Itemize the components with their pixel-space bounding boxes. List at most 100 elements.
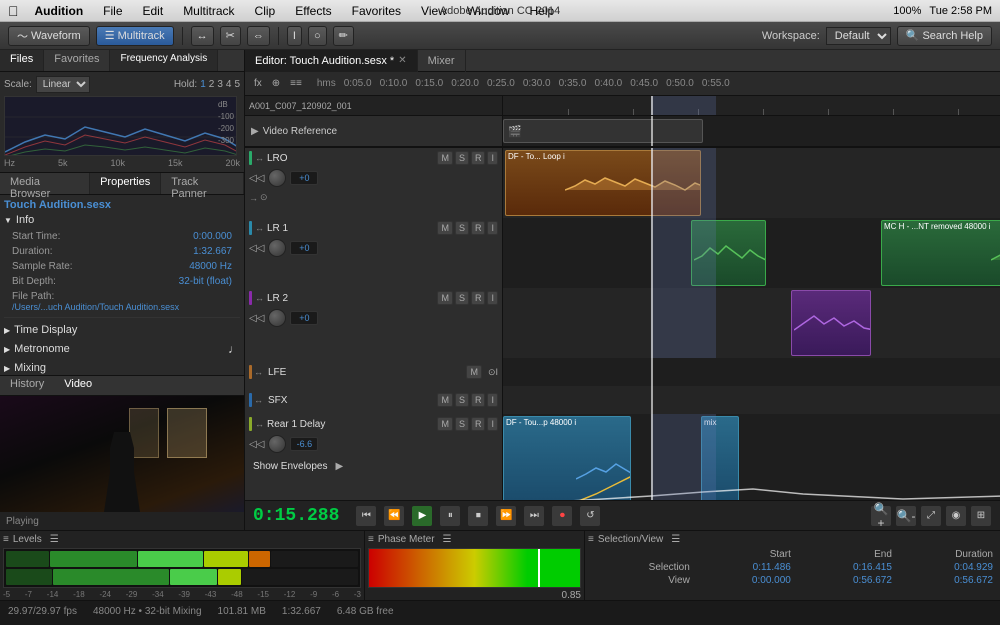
zoom-in-btn[interactable]: 🔍+ [870, 505, 892, 527]
lfe-lane[interactable] [503, 358, 1000, 386]
multitrack-menu[interactable]: Multitrack [179, 2, 238, 20]
selection-menu-icon[interactable]: ☰ [671, 534, 680, 545]
selection-tool-btn[interactable]: I [287, 26, 302, 46]
lr1-volume[interactable]: +0 [290, 241, 318, 255]
hold-5[interactable]: 5 [234, 79, 240, 90]
clip-menu[interactable]: Clip [251, 2, 280, 20]
phase-menu-icon[interactable]: ☰ [443, 534, 452, 545]
levels-menu-icon[interactable]: ☰ [50, 534, 59, 545]
lro-record[interactable]: R [471, 151, 486, 165]
lfe-expand[interactable]: ↔ [254, 367, 263, 377]
sfx-mute[interactable]: M [437, 393, 453, 407]
track-panner-tab[interactable]: Track Panner [161, 173, 244, 194]
lr2-volume[interactable]: +0 [290, 311, 318, 325]
freq-scale-select[interactable]: Linear [36, 76, 90, 93]
timeline-ruler-area[interactable] [503, 96, 1000, 116]
media-browser-tab[interactable]: Media Browser [0, 173, 90, 194]
stop-btn[interactable]: ⏹ [467, 505, 489, 527]
rear1-input[interactable]: I [487, 417, 498, 431]
prev-btn[interactable]: ⏪ [383, 505, 405, 527]
selection-duration[interactable]: 0:04.929 [896, 561, 997, 574]
zoom-out-btn[interactable]: 🔍- [895, 505, 917, 527]
lr2-mute[interactable]: M [437, 291, 453, 305]
multitrack-btn[interactable]: ☰ Multitrack [96, 26, 174, 46]
metronome-header[interactable]: ▶ Metronome ♩ [4, 339, 240, 359]
lro-mute[interactable]: M [437, 151, 453, 165]
move-tool-btn[interactable]: ↔ [191, 26, 214, 46]
search-help-btn[interactable]: 🔍 Search Help [897, 26, 992, 46]
hold-4[interactable]: 4 [226, 79, 232, 90]
rear1-pan-knob[interactable] [268, 435, 286, 453]
video-tab[interactable]: Video [54, 376, 102, 395]
lfe-mute[interactable]: M [466, 365, 482, 379]
selection-start[interactable]: 0:11.486 [694, 561, 795, 574]
rear1-mute[interactable]: M [437, 417, 453, 431]
fx-bus-btn[interactable]: ≡≡ [287, 77, 305, 90]
waveform-btn[interactable]: 〜 Waveform [8, 26, 90, 46]
zoom-fit-btn[interactable]: ⤢ [920, 505, 942, 527]
rear1-solo[interactable]: S [455, 417, 469, 431]
properties-tab[interactable]: Properties [90, 173, 161, 194]
rear1-lane[interactable]: DF - Tou...p 48000 i mix [503, 414, 1000, 500]
time-display-header[interactable]: ▶ Time Display [4, 321, 240, 339]
favorites-menu[interactable]: Favorites [348, 2, 405, 20]
hold-1[interactable]: 1 [200, 79, 206, 90]
rear1-volume[interactable]: -6.6 [290, 437, 318, 451]
show-envelopes-btn[interactable]: Show Envelopes [249, 459, 332, 474]
sfx-input[interactable]: I [487, 393, 498, 407]
editor-tab[interactable]: Editor: Touch Audition.sesx * ✕ [245, 50, 418, 72]
lr1-lane[interactable]: MC H - ...NT removed 48000 i [503, 218, 1000, 288]
files-tab[interactable]: Files [0, 50, 44, 71]
lr1-expand[interactable]: ↔ [255, 223, 264, 233]
next-btn[interactable]: ⏩ [495, 505, 517, 527]
mixer-tab[interactable]: Mixer [418, 50, 466, 72]
scrollable-tracks[interactable]: ▶ Video Reference 🎬 [245, 116, 1000, 500]
sfx-record[interactable]: R [471, 393, 486, 407]
zoom-undo-btn[interactable]: ⊞ [970, 505, 992, 527]
history-tab[interactable]: History [0, 376, 54, 395]
info-section-header[interactable]: ▼ Info [4, 211, 240, 229]
lr2-expand[interactable]: ↔ [255, 293, 264, 303]
fx-insert-btn[interactable]: ⊕ [269, 77, 283, 90]
lasso-tool-btn[interactable]: ○ [308, 26, 327, 46]
slip-tool-btn[interactable]: ⇔ [247, 26, 270, 46]
rear1-record[interactable]: R [471, 417, 486, 431]
lro-lane[interactable]: DF - To... Loop i [503, 148, 1000, 218]
lr2-pan-knob[interactable] [268, 309, 286, 327]
freq-analysis-tab[interactable]: Frequency Analysis [110, 50, 218, 71]
fx-btn[interactable]: fx [251, 77, 265, 90]
zoom-reset-btn[interactable]: ◉ [945, 505, 967, 527]
lr2-solo[interactable]: S [455, 291, 469, 305]
lr2-lane[interactable]: DF w. Pw - Touch 01 48000 1 Volume [503, 288, 1000, 358]
sfx-lane[interactable] [503, 386, 1000, 414]
track-expand-icon[interactable]: ▶ [251, 126, 259, 137]
show-envelopes-arrow[interactable]: ▶ [336, 461, 344, 472]
mixing-header[interactable]: ▶ Mixing [4, 359, 240, 375]
lr1-solo[interactable]: S [455, 221, 469, 235]
view-duration[interactable]: 0:56.672 [896, 574, 997, 587]
apple-menu[interactable]:  [8, 3, 19, 19]
effects-menu[interactable]: Effects [291, 2, 335, 20]
loop-btn[interactable]: ↺ [579, 505, 601, 527]
sfx-solo[interactable]: S [455, 393, 469, 407]
lr1-pan-knob[interactable] [268, 239, 286, 257]
lro-expand[interactable]: ↔ [255, 153, 264, 163]
lr1-clip-2[interactable]: MC H - ...NT removed 48000 i [881, 220, 1000, 286]
hold-3[interactable]: 3 [217, 79, 223, 90]
sfx-expand[interactable]: ↔ [254, 395, 263, 405]
razor-tool-btn[interactable]: ✂ [220, 26, 241, 46]
file-menu[interactable]: File [99, 2, 126, 20]
lr1-record[interactable]: R [471, 221, 486, 235]
workspace-select[interactable]: Default [826, 27, 891, 45]
lro-input[interactable]: I [487, 151, 498, 165]
edit-menu[interactable]: Edit [139, 2, 168, 20]
selection-end[interactable]: 0:16.415 [795, 561, 896, 574]
lr1-input[interactable]: I [487, 221, 498, 235]
lro-pan-knob[interactable] [268, 169, 286, 187]
draw-tool-btn[interactable]: ✏ [333, 26, 354, 46]
lr2-input[interactable]: I [487, 291, 498, 305]
pause-btn[interactable]: ⏸ [439, 505, 461, 527]
app-name-menu[interactable]: Audition [31, 2, 88, 20]
lro-solo[interactable]: S [455, 151, 469, 165]
video-clip[interactable]: 🎬 [503, 119, 703, 143]
